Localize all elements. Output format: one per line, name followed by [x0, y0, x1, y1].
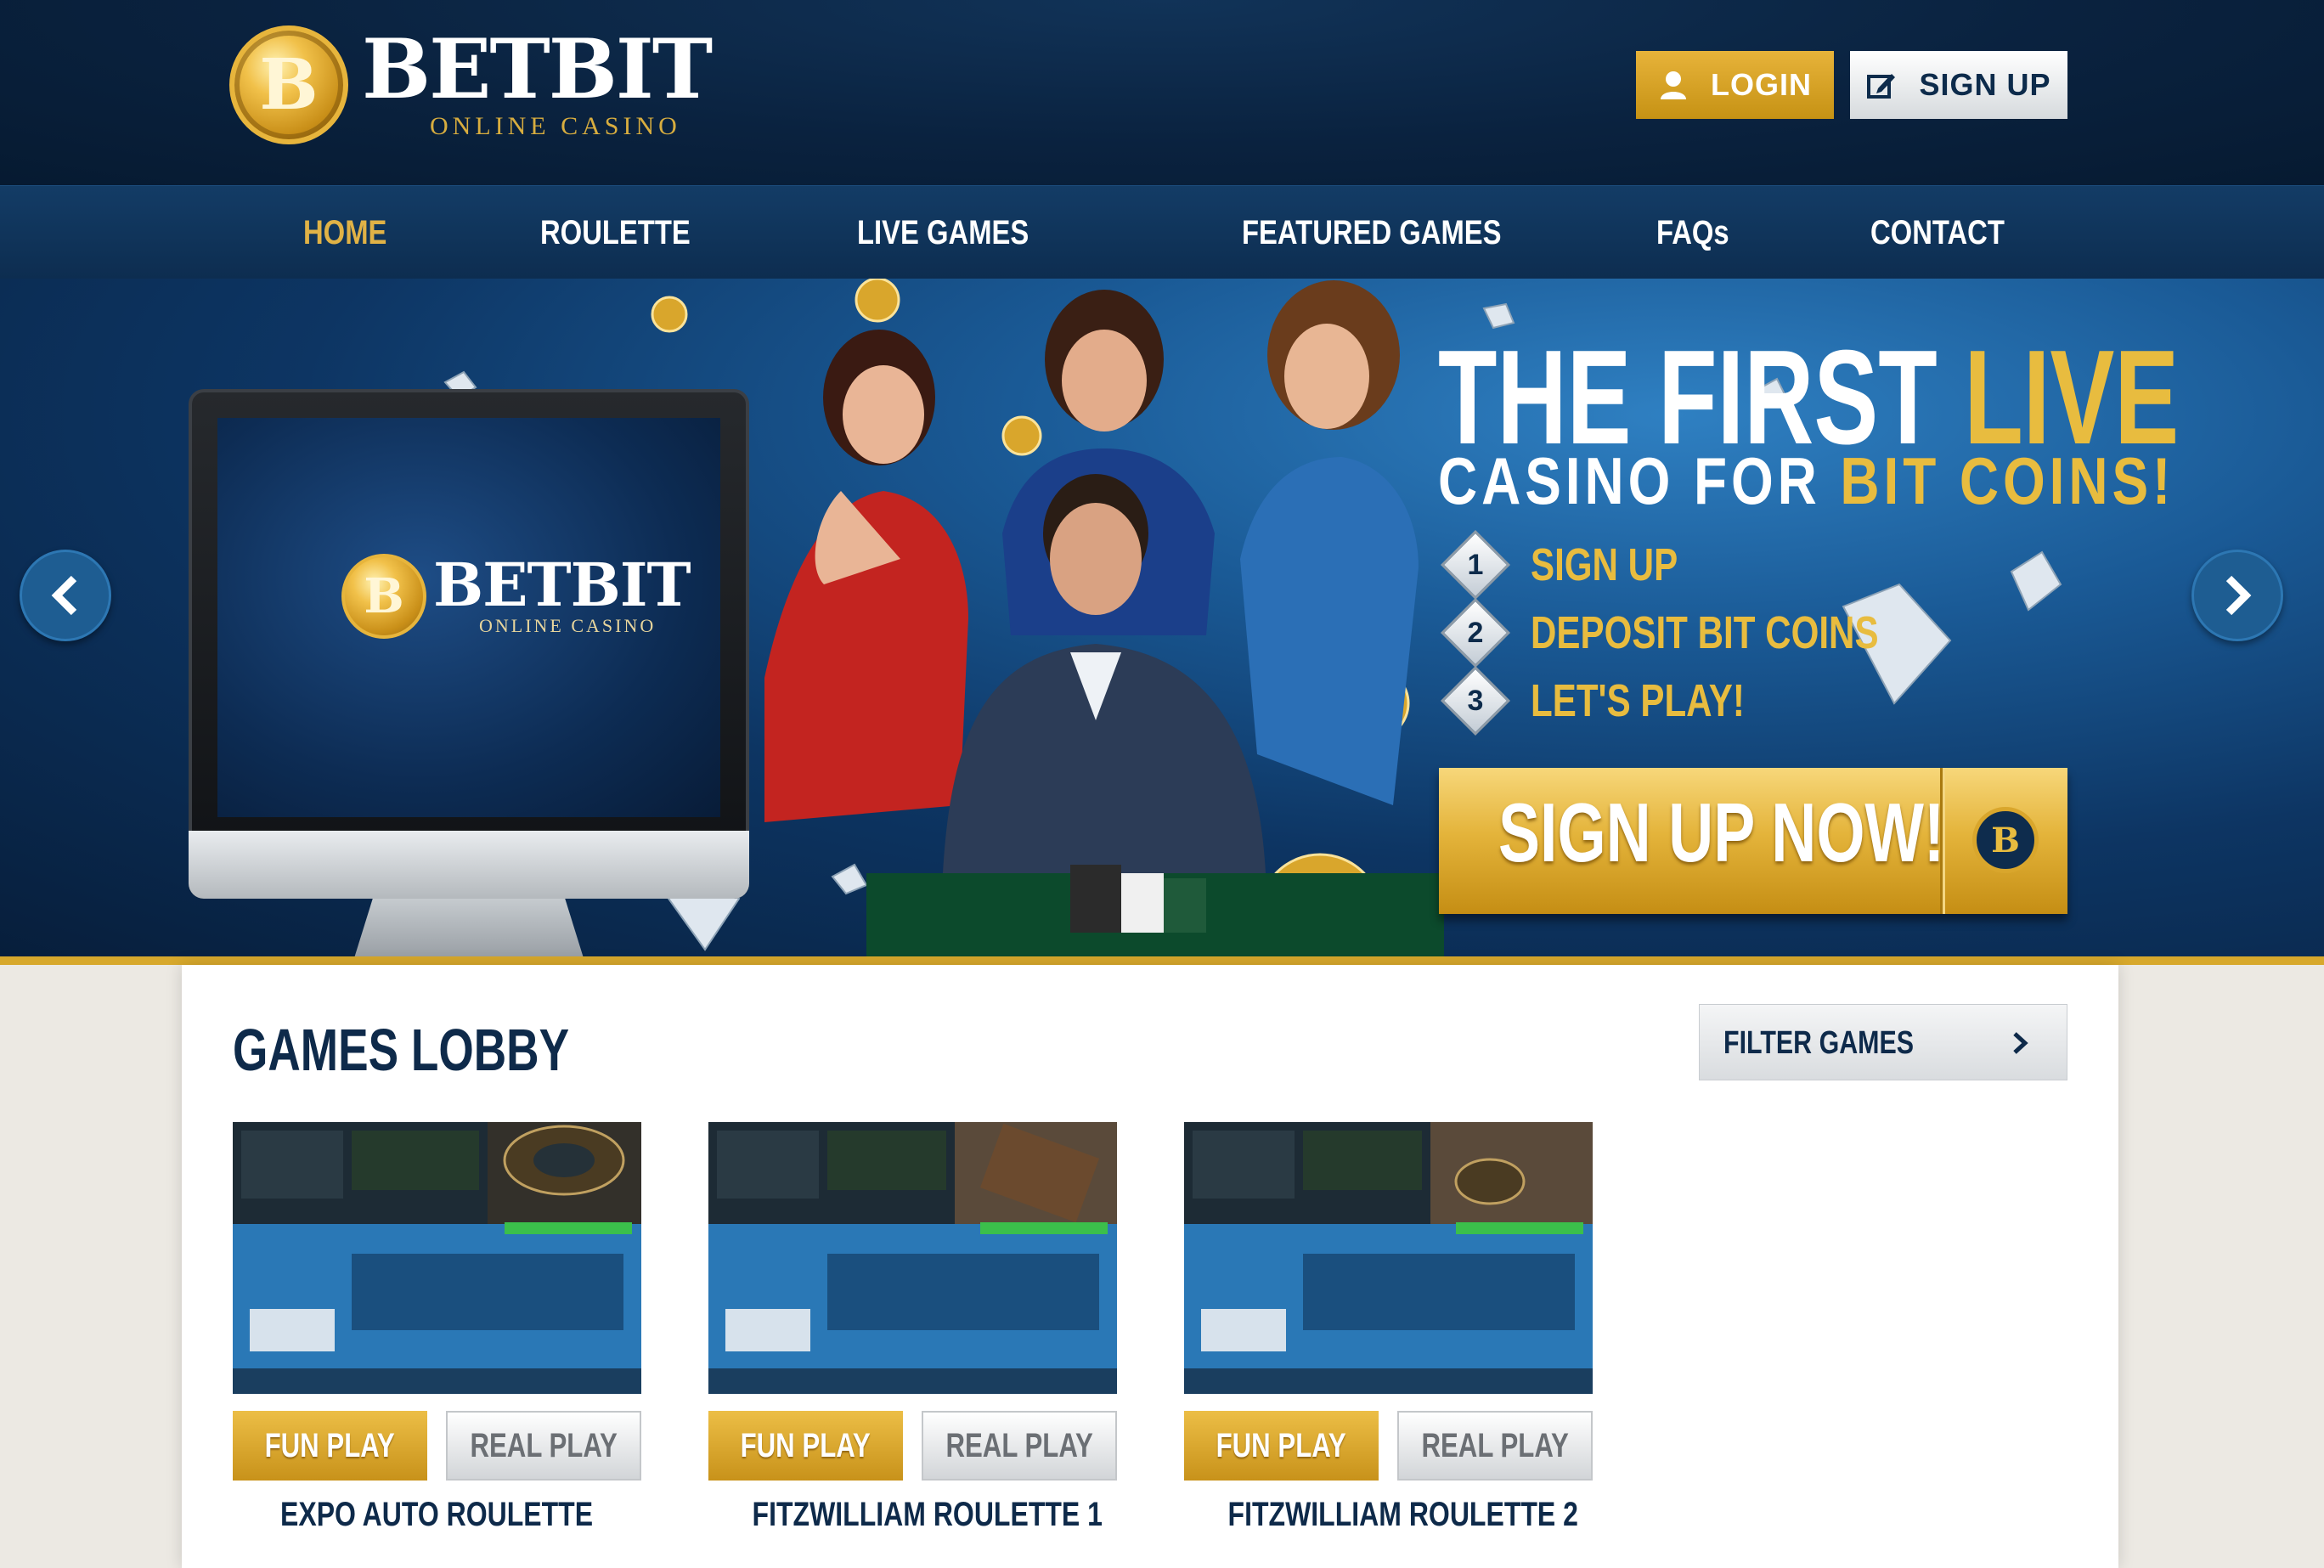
brand-tagline: ONLINE CASINO: [430, 112, 681, 140]
user-icon: [1658, 70, 1689, 100]
real-play-button[interactable]: REAL PLAY: [1397, 1411, 1593, 1481]
diamond-icon: 3: [1440, 665, 1511, 736]
game-thumbnail[interactable]: [1184, 1122, 1593, 1394]
signup-now-button[interactable]: SIGN UP NOW! B: [1439, 768, 2067, 914]
filter-games-button[interactable]: FILTER GAMES: [1699, 1004, 2067, 1080]
signup-button[interactable]: SIGN UP: [1850, 51, 2067, 119]
login-label: LOGIN: [1711, 67, 1812, 102]
main-nav: HOME ROULETTE LIVE GAMES FEATURED GAMES …: [0, 185, 2324, 279]
nav-item-faqs[interactable]: FAQs: [1656, 186, 1729, 279]
monitor-logo: B BETBIT ONLINE CASINO: [341, 554, 691, 639]
carousel-next-button[interactable]: [2191, 550, 2283, 641]
bitcoin-icon: B: [1972, 807, 2039, 873]
signup-label: SIGN UP: [1919, 67, 2051, 102]
diamond-icon: 1: [1440, 529, 1511, 601]
chevron-right-icon: [2225, 575, 2252, 616]
game-title[interactable]: FITZWILLIAM ROULETTE 1: [708, 1496, 1117, 1534]
brand-name: BETBIT: [362, 21, 713, 117]
nav-item-live-games[interactable]: LIVE GAMES: [857, 186, 1029, 279]
hero-divider: [0, 956, 2324, 965]
nav-item-roulette[interactable]: ROULETTE: [540, 186, 691, 279]
edit-icon: [1866, 70, 1897, 100]
hero-banner: B BETBIT ONLINE CASINO THE FIRST LIVE CA…: [0, 279, 2324, 960]
bitcoin-logo-icon: B: [341, 554, 426, 639]
game-title[interactable]: FITZWILLIAM ROULETTE 2: [1184, 1496, 1593, 1534]
fun-play-button[interactable]: FUN PLAY: [708, 1411, 903, 1481]
hero-subheadline: CASINO FOR BIT COINS!: [1438, 443, 2175, 518]
step-2: 2 DEPOSIT BIT COINS: [1440, 597, 1977, 668]
games-lobby-panel: GAMES LOBBY FILTER GAMES FUN PLAY REAL P…: [182, 965, 2118, 1568]
real-play-button[interactable]: REAL PLAY: [922, 1411, 1117, 1481]
real-play-button[interactable]: REAL PLAY: [446, 1411, 641, 1481]
step-3: 3 LET'S PLAY!: [1440, 665, 1805, 736]
game-title[interactable]: EXPO AUTO ROULETTE: [233, 1496, 641, 1534]
chevron-left-icon: [51, 575, 77, 616]
fun-play-button[interactable]: FUN PLAY: [233, 1411, 427, 1481]
login-button[interactable]: LOGIN: [1636, 51, 1834, 119]
game-thumbnail[interactable]: [233, 1122, 641, 1394]
diamond-icon: 2: [1440, 597, 1511, 668]
page-title: GAMES LOBBY: [233, 1017, 570, 1083]
monitor-illustration: B BETBIT ONLINE CASINO: [189, 389, 749, 960]
nav-item-home[interactable]: HOME: [303, 186, 386, 279]
chevron-right-icon: [2013, 1032, 2028, 1054]
nav-item-featured-games[interactable]: FEATURED GAMES: [1242, 186, 1502, 279]
step-1: 1 SIGN UP: [1440, 529, 1719, 601]
fun-play-button[interactable]: FUN PLAY: [1184, 1411, 1379, 1481]
carousel-prev-button[interactable]: [20, 550, 111, 641]
casino-people-image: [764, 280, 1444, 960]
bitcoin-logo-icon: B: [229, 25, 348, 144]
brand-logo[interactable]: B BETBIT ONLINE CASINO: [229, 21, 713, 144]
nav-item-contact[interactable]: CONTACT: [1870, 186, 2005, 279]
game-thumbnail[interactable]: [708, 1122, 1117, 1394]
site-header: B BETBIT ONLINE CASINO LOGIN SIGN UP: [0, 0, 2324, 185]
